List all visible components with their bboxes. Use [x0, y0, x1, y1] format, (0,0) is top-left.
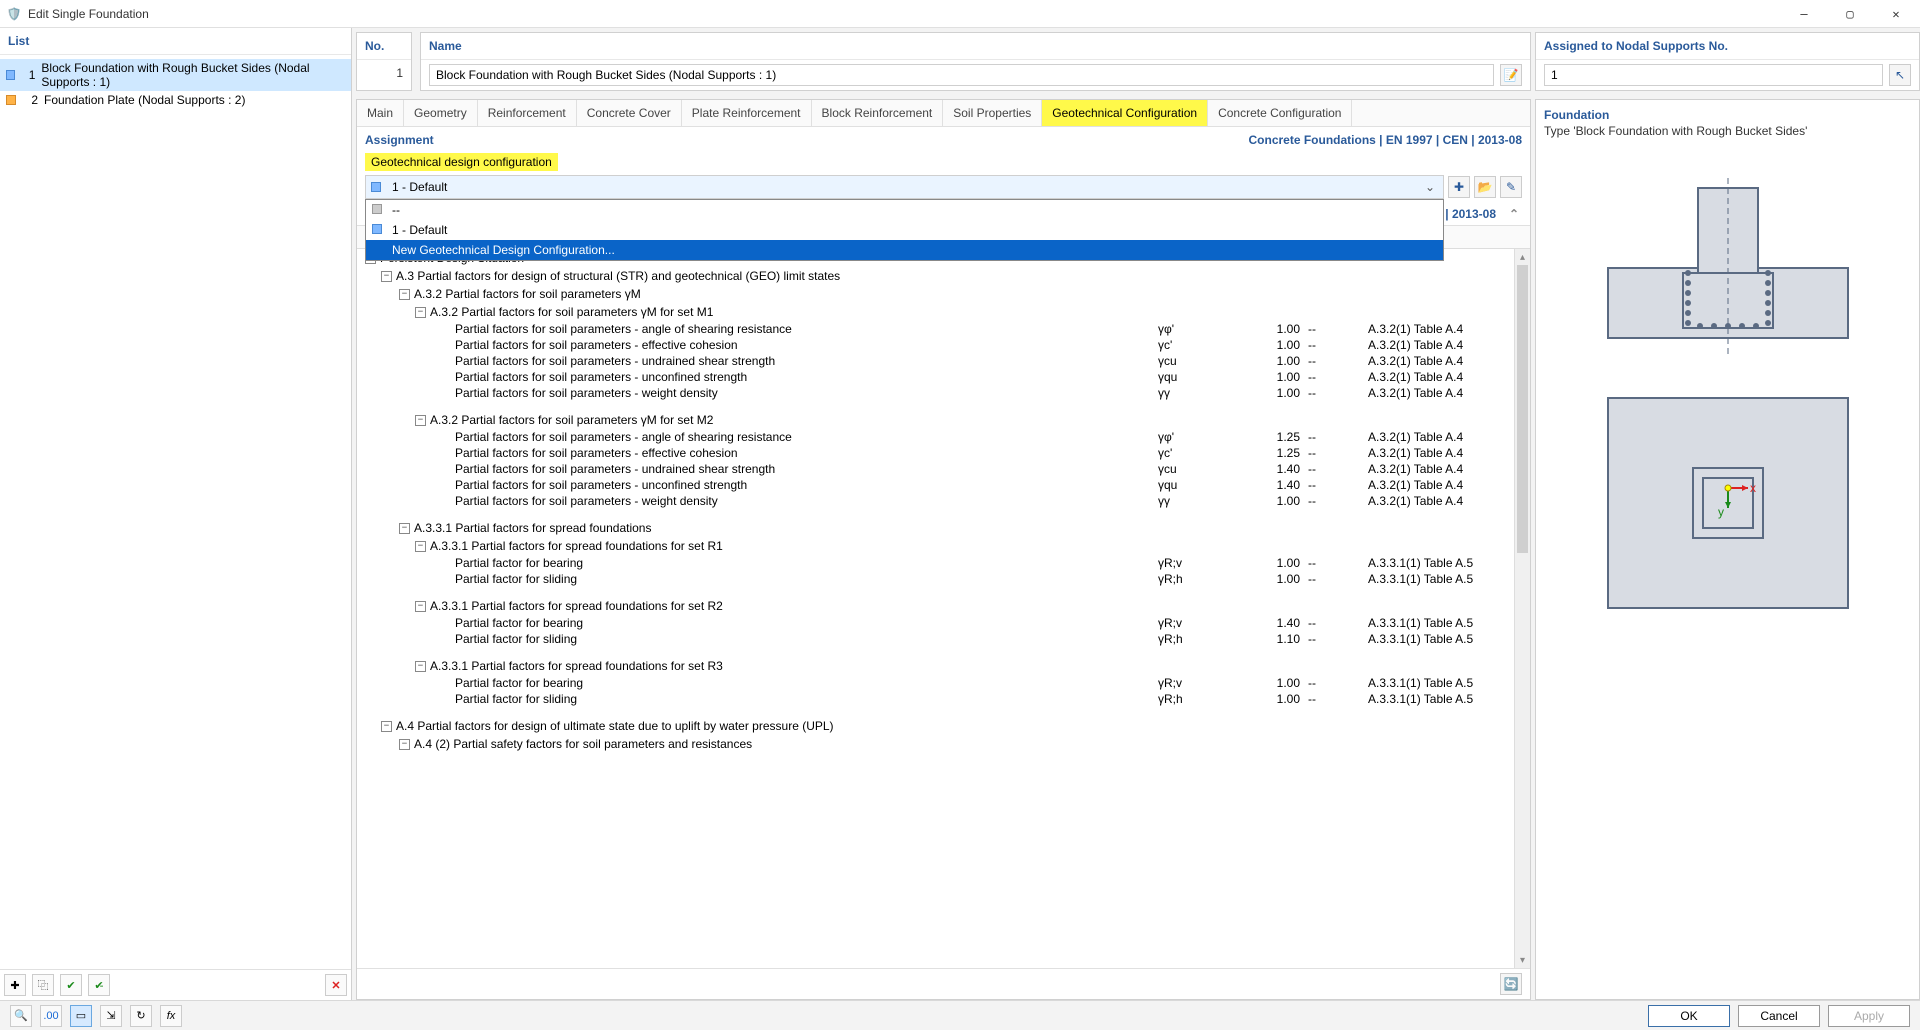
- refresh-icon[interactable]: ↻: [130, 1005, 152, 1027]
- standard-label: Concrete Foundations | EN 1997 | CEN | 2…: [1249, 133, 1523, 147]
- dropdown-option[interactable]: --: [366, 200, 1443, 220]
- close-button[interactable]: ✕: [1882, 7, 1910, 21]
- param-row[interactable]: Partial factor for slidingγR;h1.10--A.3.…: [365, 631, 1508, 647]
- apply-button[interactable]: Apply: [1828, 1005, 1910, 1027]
- config-new-button[interactable]: ✚: [1448, 176, 1470, 198]
- tree-toggle[interactable]: −: [415, 307, 426, 318]
- list-panel: List 1Block Foundation with Rough Bucket…: [0, 28, 352, 1000]
- no-value[interactable]: 1: [357, 60, 411, 86]
- tab-geometry[interactable]: Geometry: [404, 100, 478, 126]
- scroll-up-button[interactable]: ▴: [1515, 249, 1530, 265]
- param-row[interactable]: Partial factors for soil parameters - an…: [365, 429, 1508, 445]
- assigned-label: Assigned to Nodal Supports No.: [1536, 33, 1919, 60]
- config-lib-button[interactable]: 📂: [1474, 176, 1496, 198]
- param-row[interactable]: Partial factor for slidingγR;h1.00--A.3.…: [365, 571, 1508, 587]
- maximize-button[interactable]: ▢: [1836, 7, 1864, 21]
- tab-block-reinforcement[interactable]: Block Reinforcement: [812, 100, 944, 126]
- delete-button[interactable]: ✕: [325, 974, 347, 996]
- formula-icon[interactable]: fx: [160, 1005, 182, 1027]
- tree-toggle[interactable]: −: [415, 415, 426, 426]
- preview-title: Foundation: [1544, 108, 1911, 122]
- axis-icon[interactable]: ⇲: [100, 1005, 122, 1027]
- param-row[interactable]: Partial factors for soil parameters - un…: [365, 461, 1508, 477]
- param-row[interactable]: Partial factors for soil parameters - ef…: [365, 445, 1508, 461]
- no-box: No. 1: [356, 32, 412, 91]
- tab-concrete-configuration[interactable]: Concrete Configuration: [1208, 100, 1352, 126]
- foundation-plan-view: x y: [1598, 388, 1858, 618]
- param-row[interactable]: Partial factors for soil parameters - un…: [365, 353, 1508, 369]
- param-row[interactable]: Partial factor for bearingγR;v1.00--A.3.…: [365, 555, 1508, 571]
- foundation-section-view: [1588, 178, 1868, 358]
- info-icon[interactable]: 🔍: [10, 1005, 32, 1027]
- param-row[interactable]: Partial factors for soil parameters - un…: [365, 369, 1508, 385]
- window-title: Edit Single Foundation: [28, 7, 1790, 21]
- chevron-down-icon: ⌄: [1425, 180, 1435, 194]
- name-label: Name: [421, 33, 1530, 60]
- list-item[interactable]: 1Block Foundation with Rough Bucket Side…: [0, 59, 351, 91]
- param-row[interactable]: Partial factors for soil parameters - an…: [365, 321, 1508, 337]
- config-edit-button[interactable]: ✎: [1500, 176, 1522, 198]
- assigned-input[interactable]: [1544, 64, 1883, 86]
- param-row[interactable]: Partial factors for soil parameters - ef…: [365, 337, 1508, 353]
- tree-toggle[interactable]: −: [415, 661, 426, 672]
- list-item[interactable]: 2Foundation Plate (Nodal Supports : 2): [0, 91, 351, 109]
- list-body: 1Block Foundation with Rough Bucket Side…: [0, 55, 351, 969]
- units-icon[interactable]: .00: [40, 1005, 62, 1027]
- params-scrollbar[interactable]: ▴ ▾: [1514, 249, 1530, 968]
- view-icon[interactable]: ▭: [70, 1005, 92, 1027]
- assign-title: Assignment: [365, 133, 434, 147]
- param-row[interactable]: Partial factors for soil parameters - we…: [365, 385, 1508, 401]
- dropdown-option[interactable]: New Geotechnical Design Configuration...: [366, 240, 1443, 260]
- tab-soil-properties[interactable]: Soil Properties: [943, 100, 1042, 126]
- config-dropdown[interactable]: 1 - Default ⌄: [365, 175, 1444, 199]
- app-icon: 🛡️: [6, 6, 22, 22]
- tree-toggle[interactable]: −: [415, 601, 426, 612]
- tree-toggle[interactable]: −: [399, 289, 410, 300]
- new-button[interactable]: ✚: [4, 974, 26, 996]
- tabs: MainGeometryReinforcementConcrete CoverP…: [357, 100, 1530, 127]
- preview-subtitle: Type 'Block Foundation with Rough Bucket…: [1544, 124, 1911, 138]
- param-row[interactable]: Partial factors for soil parameters - we…: [365, 493, 1508, 509]
- param-row[interactable]: Partial factors for soil parameters - un…: [365, 477, 1508, 493]
- scroll-up-icon[interactable]: ⌃: [1506, 207, 1522, 221]
- config-section-label: Geotechnical design configuration: [365, 153, 558, 171]
- scroll-thumb[interactable]: [1517, 265, 1528, 553]
- param-row[interactable]: Partial factor for slidingγR;h1.00--A.3.…: [365, 691, 1508, 707]
- uncheck-button[interactable]: ✔̵: [88, 974, 110, 996]
- scroll-down-button[interactable]: ▾: [1515, 952, 1530, 968]
- tree-toggle[interactable]: −: [381, 271, 392, 282]
- copy-button[interactable]: ⿻: [32, 974, 54, 996]
- tab-reinforcement[interactable]: Reinforcement: [478, 100, 577, 126]
- name-box: Name 📝: [420, 32, 1531, 91]
- config-dropdown-value: 1 - Default: [392, 180, 447, 194]
- tab-plate-reinforcement[interactable]: Plate Reinforcement: [682, 100, 812, 126]
- preview-panel: Foundation Type 'Block Foundation with R…: [1535, 99, 1920, 1000]
- list-header: List: [0, 28, 351, 55]
- param-row[interactable]: Partial factor for bearingγR;v1.00--A.3.…: [365, 675, 1508, 691]
- assigned-pick-button[interactable]: ↖: [1889, 64, 1911, 86]
- tree-toggle[interactable]: −: [381, 721, 392, 732]
- titlebar: 🛡️ Edit Single Foundation — ▢ ✕: [0, 0, 1920, 28]
- no-label: No.: [357, 33, 411, 60]
- sync-button[interactable]: 🔄: [1500, 973, 1522, 995]
- tree-toggle[interactable]: −: [399, 523, 410, 534]
- tree-toggle[interactable]: −: [415, 541, 426, 552]
- cancel-button[interactable]: Cancel: [1738, 1005, 1820, 1027]
- tab-geotechnical-configuration[interactable]: Geotechnical Configuration: [1042, 100, 1208, 126]
- svg-text:x: x: [1750, 481, 1756, 495]
- params-tree[interactable]: −Persistent Design Situation−A.3 Partial…: [357, 249, 1530, 968]
- list-toolbar: ✚ ⿻ ✔ ✔̵ ✕: [0, 969, 351, 1000]
- name-input[interactable]: [429, 64, 1494, 86]
- ok-button[interactable]: OK: [1648, 1005, 1730, 1027]
- minimize-button[interactable]: —: [1790, 7, 1818, 21]
- name-pick-button[interactable]: 📝: [1500, 64, 1522, 86]
- svg-text:y: y: [1718, 505, 1724, 519]
- config-dropdown-popup: --1 - DefaultNew Geotechnical Design Con…: [365, 199, 1444, 261]
- tab-concrete-cover[interactable]: Concrete Cover: [577, 100, 682, 126]
- dropdown-option[interactable]: 1 - Default: [366, 220, 1443, 240]
- tree-toggle[interactable]: −: [399, 739, 410, 750]
- tab-main[interactable]: Main: [357, 100, 404, 126]
- check-button[interactable]: ✔: [60, 974, 82, 996]
- param-row[interactable]: Partial factor for bearingγR;v1.40--A.3.…: [365, 615, 1508, 631]
